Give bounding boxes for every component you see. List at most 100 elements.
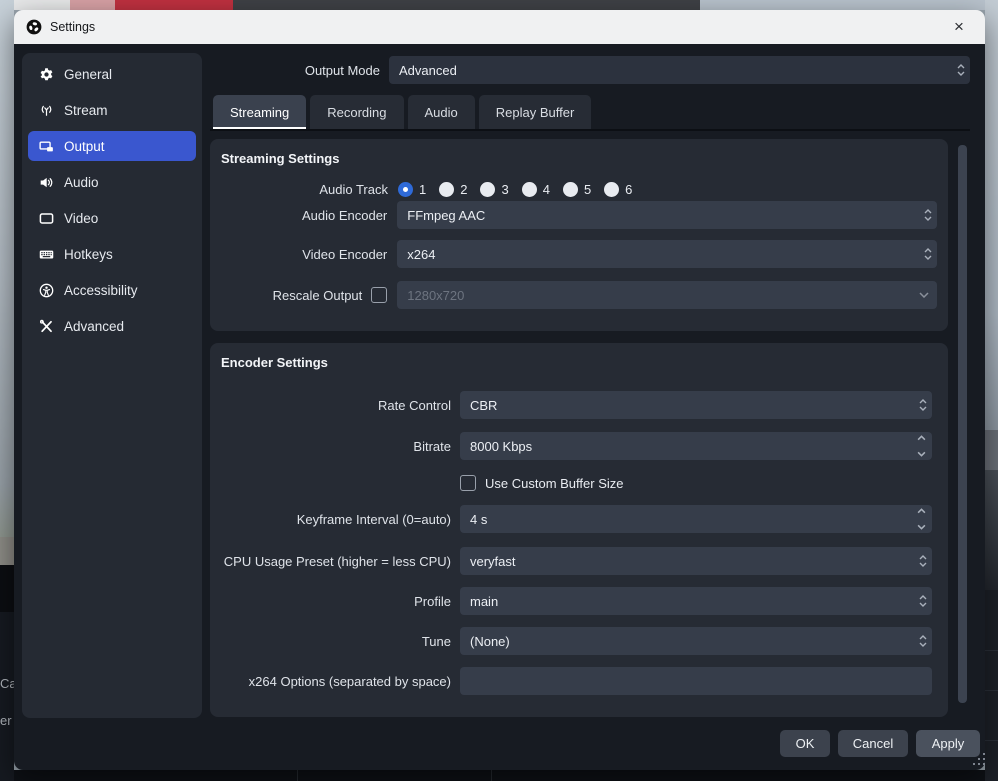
cpu-preset-value: veryfast — [470, 554, 516, 569]
output-mode-dropdown[interactable]: Advanced — [389, 56, 970, 84]
titlebar[interactable]: Settings × — [14, 10, 985, 44]
keyframe-interval-value: 4 s — [470, 512, 487, 527]
close-icon[interactable]: × — [945, 13, 973, 41]
sidebar-item-stream[interactable]: Stream — [28, 95, 196, 125]
audio-track-radio-4[interactable]: 4 — [522, 182, 550, 197]
ok-button[interactable]: OK — [780, 730, 830, 757]
audio-encoder-dropdown[interactable]: FFmpeg AAC — [397, 201, 937, 229]
bitrate-row: Bitrate 8000 Kbps — [221, 432, 937, 460]
backdrop-top-strip — [0, 0, 998, 10]
sidebar-item-general[interactable]: General — [28, 59, 196, 89]
radio-label: 2 — [460, 182, 467, 197]
spinner-arrows-icon[interactable] — [924, 201, 932, 229]
backdrop-bottom-divider-1 — [297, 770, 298, 781]
streaming-settings-panel: Streaming Settings Audio Track 1 2 3 4 5… — [210, 139, 948, 331]
output-mode-label: Output Mode — [210, 63, 380, 78]
bitrate-label: Bitrate — [221, 439, 451, 454]
sidebar-item-label: Advanced — [64, 319, 124, 334]
radio-icon[interactable] — [522, 182, 537, 197]
tab-streaming[interactable]: Streaming — [213, 95, 306, 129]
rescale-output-value: 1280x720 — [407, 288, 464, 303]
spinbox-arrows-icon[interactable] — [917, 508, 926, 530]
tab-audio[interactable]: Audio — [408, 95, 475, 129]
audio-track-radio-6[interactable]: 6 — [604, 182, 632, 197]
tab-label: Replay Buffer — [496, 105, 575, 120]
bitrate-spinbox[interactable]: 8000 Kbps — [460, 432, 932, 460]
sidebar-item-label: General — [64, 67, 112, 82]
video-encoder-dropdown[interactable]: x264 — [397, 240, 937, 268]
radio-selected-icon[interactable] — [398, 182, 413, 197]
spinner-arrows-icon[interactable] — [919, 391, 927, 419]
cancel-button[interactable]: Cancel — [838, 730, 908, 757]
x264-options-row: x264 Options (separated by space) — [221, 667, 937, 695]
backdrop-left-black — [0, 565, 14, 612]
backdrop-top-pink — [70, 0, 115, 10]
gear-icon — [38, 67, 54, 82]
sidebar-item-audio[interactable]: Audio — [28, 167, 196, 197]
radio-label: 3 — [501, 182, 508, 197]
backdrop-right-line-1 — [985, 650, 998, 651]
profile-row: Profile main — [221, 587, 937, 615]
vertical-scrollbar[interactable] — [958, 145, 967, 703]
spinner-arrows-icon[interactable] — [924, 240, 932, 268]
sidebar-item-video[interactable]: Video — [28, 203, 196, 233]
sidebar-item-hotkeys[interactable]: Hotkeys — [28, 239, 196, 269]
spinner-arrows-icon[interactable] — [919, 587, 927, 615]
audio-track-radio-1[interactable]: 1 — [398, 182, 426, 197]
sidebar-item-advanced[interactable]: Advanced — [28, 311, 196, 341]
radio-icon[interactable] — [439, 182, 454, 197]
spinner-arrows-icon[interactable] — [919, 627, 927, 655]
resize-grip[interactable] — [978, 758, 980, 760]
chevron-down-icon[interactable] — [919, 281, 929, 309]
profile-dropdown[interactable]: main — [460, 587, 932, 615]
output-mode-row: Output Mode Advanced — [210, 56, 970, 84]
desktop: Ca er Settings × General — [0, 0, 998, 781]
radio-icon[interactable] — [604, 182, 619, 197]
radio-label: 6 — [625, 182, 632, 197]
output-tabs: Streaming Recording Audio Replay Buffer — [213, 95, 591, 129]
keyframe-interval-label: Keyframe Interval (0=auto) — [221, 512, 451, 527]
output-mode-value: Advanced — [399, 63, 457, 78]
stream-icon — [38, 103, 54, 118]
rate-control-dropdown[interactable]: CBR — [460, 391, 932, 419]
sidebar-item-label: Audio — [64, 175, 99, 190]
radio-icon[interactable] — [563, 182, 578, 197]
tab-replay-buffer[interactable]: Replay Buffer — [479, 95, 592, 129]
cpu-preset-row: CPU Usage Preset (higher = less CPU) ver… — [221, 547, 937, 575]
tab-recording[interactable]: Recording — [310, 95, 403, 129]
audio-track-radio-3[interactable]: 3 — [480, 182, 508, 197]
sidebar-item-label: Hotkeys — [64, 247, 113, 262]
apply-button[interactable]: Apply — [916, 730, 980, 757]
backdrop-text-fragment-1: Ca — [0, 676, 14, 692]
x264-options-input[interactable] — [460, 667, 932, 695]
radio-icon[interactable] — [480, 182, 495, 197]
window-title: Settings — [50, 20, 95, 34]
rescale-output-combo[interactable]: 1280x720 — [397, 281, 937, 309]
backdrop-bottom-strip — [14, 770, 985, 781]
cpu-preset-dropdown[interactable]: veryfast — [460, 547, 932, 575]
audio-encoder-label: Audio Encoder — [221, 208, 387, 223]
radio-label: 5 — [584, 182, 591, 197]
custom-buffer-checkbox[interactable] — [460, 475, 476, 491]
audio-encoder-value: FFmpeg AAC — [407, 208, 485, 223]
sidebar-item-output[interactable]: Output — [28, 131, 196, 161]
rescale-output-checkbox[interactable] — [371, 287, 387, 303]
rate-control-value: CBR — [470, 398, 497, 413]
video-encoder-label: Video Encoder — [221, 247, 387, 262]
spinner-arrows-icon[interactable] — [919, 547, 927, 575]
tune-dropdown[interactable]: (None) — [460, 627, 932, 655]
backdrop-right-photo — [985, 470, 998, 590]
backdrop-text-fragment-2: er — [0, 713, 14, 729]
tune-row: Tune (None) — [221, 627, 937, 655]
sidebar-item-accessibility[interactable]: Accessibility — [28, 275, 196, 305]
profile-value: main — [470, 594, 498, 609]
spinner-arrows-icon[interactable] — [957, 56, 965, 84]
streaming-settings-title: Streaming Settings — [221, 151, 339, 166]
rescale-output-label-group: Rescale Output — [221, 287, 387, 303]
audio-track-radio-5[interactable]: 5 — [563, 182, 591, 197]
audio-track-label: Audio Track — [221, 182, 388, 197]
spinbox-arrows-icon[interactable] — [917, 435, 926, 457]
keyframe-interval-spinbox[interactable]: 4 s — [460, 505, 932, 533]
tune-value: (None) — [470, 634, 510, 649]
audio-track-radio-2[interactable]: 2 — [439, 182, 467, 197]
